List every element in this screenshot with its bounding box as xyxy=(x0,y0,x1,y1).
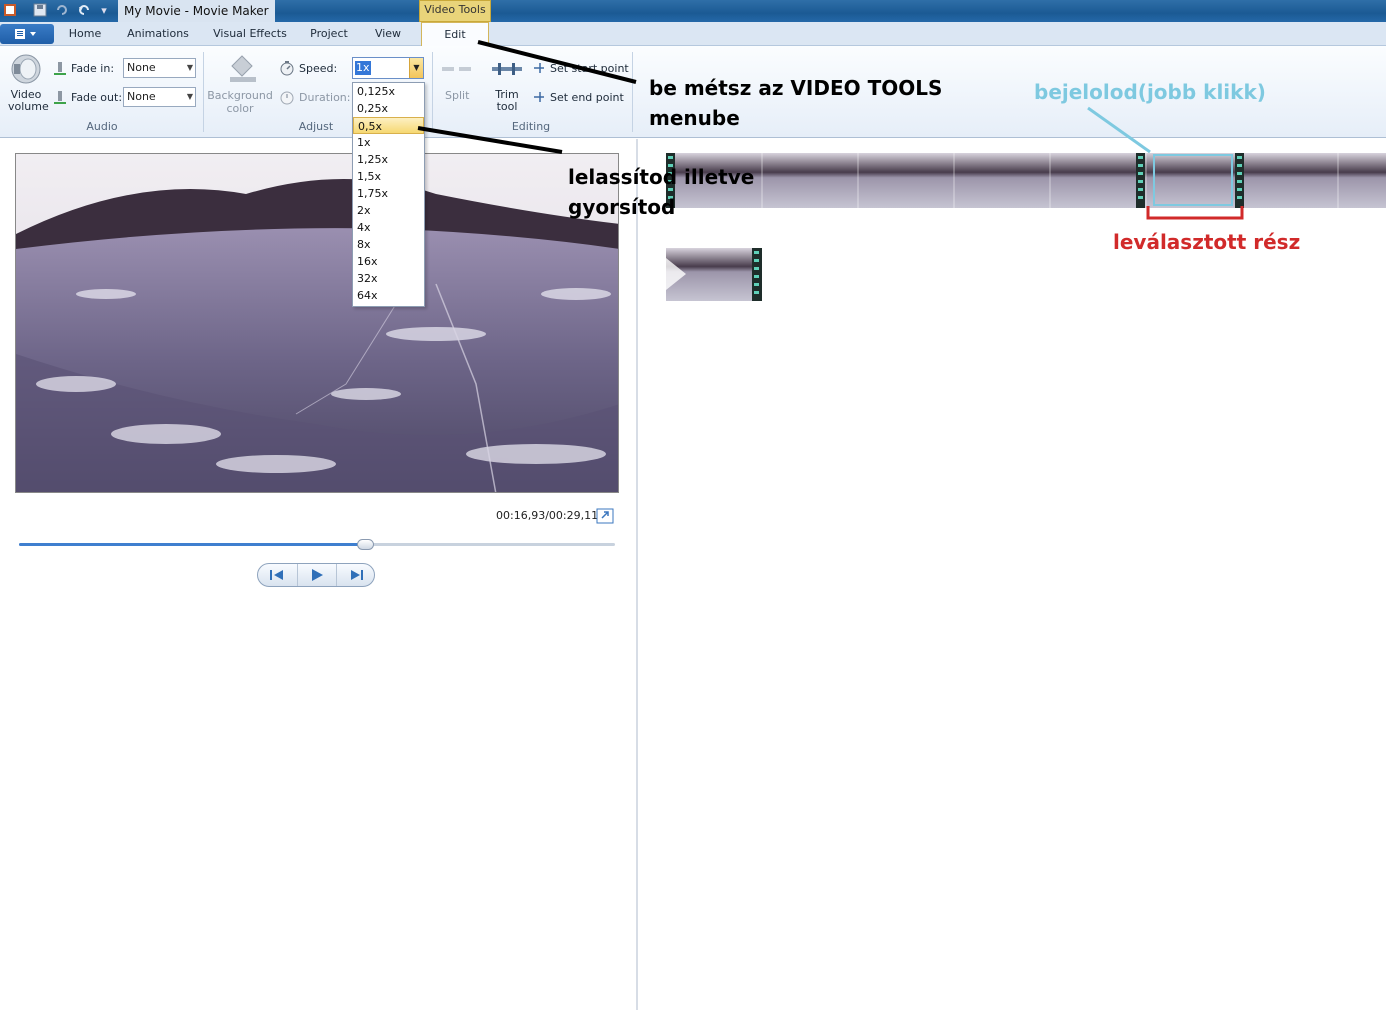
split-button[interactable]: Split xyxy=(445,89,469,102)
set-start-point-icon xyxy=(533,62,547,74)
ribbon-tab-row: Home Animations Visual Effects Project V… xyxy=(0,22,1386,47)
seek-thumb[interactable] xyxy=(356,539,374,550)
speed-option-4x[interactable]: 4x xyxy=(353,219,424,236)
annotation-video-tools: be métsz az VIDEO TOOLS menube xyxy=(649,76,943,130)
trim-tool-icon xyxy=(490,62,524,76)
storyboard-clip-1[interactable] xyxy=(666,153,1386,208)
storyboard-clip-2[interactable] xyxy=(666,248,762,301)
next-frame-button[interactable] xyxy=(336,564,375,586)
video-volume-icon[interactable] xyxy=(8,52,44,86)
fade-out-label: Fade out: xyxy=(71,91,123,104)
tab-view[interactable]: View xyxy=(364,22,412,46)
fullscreen-icon[interactable] xyxy=(596,508,614,524)
annotation-select: bejelolod(jobb klikk) xyxy=(1034,80,1266,104)
annotation-speed: lelassítod illetve gyorsítod xyxy=(568,165,755,219)
speed-option-1-5x[interactable]: 1,5x xyxy=(353,168,424,185)
customize-toolbar-icon[interactable]: ▾ xyxy=(96,3,112,19)
speed-option-2x[interactable]: 2x xyxy=(353,202,424,219)
set-end-point-icon xyxy=(533,91,547,103)
speed-option-0-5x[interactable]: 0,5x xyxy=(353,117,424,134)
timecode: 00:16,93/00:29,11 xyxy=(496,509,599,522)
adjust-group-label: Adjust xyxy=(298,120,334,133)
playback-controls xyxy=(257,563,375,587)
annotation-arrows xyxy=(417,40,1244,220)
duration-icon xyxy=(279,89,295,105)
audio-group-label: Audio xyxy=(86,120,118,133)
seek-bar[interactable] xyxy=(19,539,615,550)
tab-project[interactable]: Project xyxy=(304,22,354,46)
group-separator xyxy=(432,52,433,132)
fade-out-icon xyxy=(52,89,68,105)
fade-in-icon xyxy=(52,60,68,76)
speed-label: Speed: xyxy=(299,62,338,75)
video-volume-button[interactable]: Video volume xyxy=(8,89,49,113)
title-bar: ▾ My Movie - Movie Maker xyxy=(0,0,1386,22)
redo-icon[interactable] xyxy=(76,3,92,19)
window-title: My Movie - Movie Maker xyxy=(118,0,275,22)
fade-in-value: None xyxy=(127,61,156,74)
editing-group-label: Editing xyxy=(511,120,551,133)
group-separator xyxy=(632,52,633,132)
speed-icon xyxy=(279,60,295,76)
app-menu-button[interactable] xyxy=(0,24,54,44)
tab-edit[interactable]: Edit xyxy=(421,22,489,47)
trim-tool-button[interactable]: Trim tool xyxy=(492,89,522,113)
set-end-point-button[interactable]: Set end point xyxy=(550,91,624,104)
fade-in-label: Fade in: xyxy=(71,62,115,75)
set-start-point-button[interactable]: Set start point xyxy=(550,62,629,75)
movie-maker-window: ▾ My Movie - Movie Maker Video Tools Hom… xyxy=(0,0,1386,1010)
speed-option-64x[interactable]: 64x xyxy=(353,287,424,304)
tab-animations[interactable]: Animations xyxy=(120,22,196,46)
undo-icon[interactable] xyxy=(54,3,70,19)
speed-option-16x[interactable]: 16x xyxy=(353,253,424,270)
speed-option-8x[interactable]: 8x xyxy=(353,236,424,253)
pane-divider[interactable] xyxy=(636,139,638,1010)
annotation-split-part: leválasztott rész xyxy=(1113,230,1301,254)
background-color-button[interactable]: Background color xyxy=(207,89,273,115)
app-icon xyxy=(2,3,18,19)
tab-home[interactable]: Home xyxy=(60,22,110,46)
speed-dropdown-list: 0,125x 0,25x 0,5x 1x 1,25x 1,5x 1,75x 2x… xyxy=(352,82,425,307)
play-button[interactable] xyxy=(297,564,336,586)
previous-frame-button[interactable] xyxy=(258,564,297,586)
fade-out-value: None xyxy=(127,90,156,103)
chevron-down-icon: ▼ xyxy=(186,92,193,101)
chevron-down-icon[interactable]: ▼ xyxy=(409,58,423,78)
fade-in-select[interactable]: None ▼ xyxy=(123,58,196,78)
seek-progress xyxy=(19,543,365,546)
split-icon xyxy=(441,62,473,76)
group-separator xyxy=(203,52,204,132)
speed-option-1-25x[interactable]: 1,25x xyxy=(353,151,424,168)
speed-option-32x[interactable]: 32x xyxy=(353,270,424,287)
video-preview[interactable] xyxy=(15,153,619,493)
paint-bucket-icon xyxy=(226,52,258,84)
save-icon[interactable] xyxy=(32,3,48,19)
speed-option-0-25x[interactable]: 0,25x xyxy=(353,100,424,117)
speed-select[interactable]: 1x ▼ xyxy=(352,57,424,79)
duration-label: Duration: xyxy=(299,91,351,104)
fade-out-select[interactable]: None ▼ xyxy=(123,87,196,107)
video-tools-context-tab: Video Tools xyxy=(419,0,491,22)
speed-option-1x[interactable]: 1x xyxy=(353,134,424,151)
tab-visual-effects[interactable]: Visual Effects xyxy=(206,22,294,46)
speed-value: 1x xyxy=(355,61,371,75)
speed-option-1-75x[interactable]: 1,75x xyxy=(353,185,424,202)
chevron-down-icon: ▼ xyxy=(186,63,193,72)
speed-option-0-125x[interactable]: 0,125x xyxy=(353,83,424,100)
